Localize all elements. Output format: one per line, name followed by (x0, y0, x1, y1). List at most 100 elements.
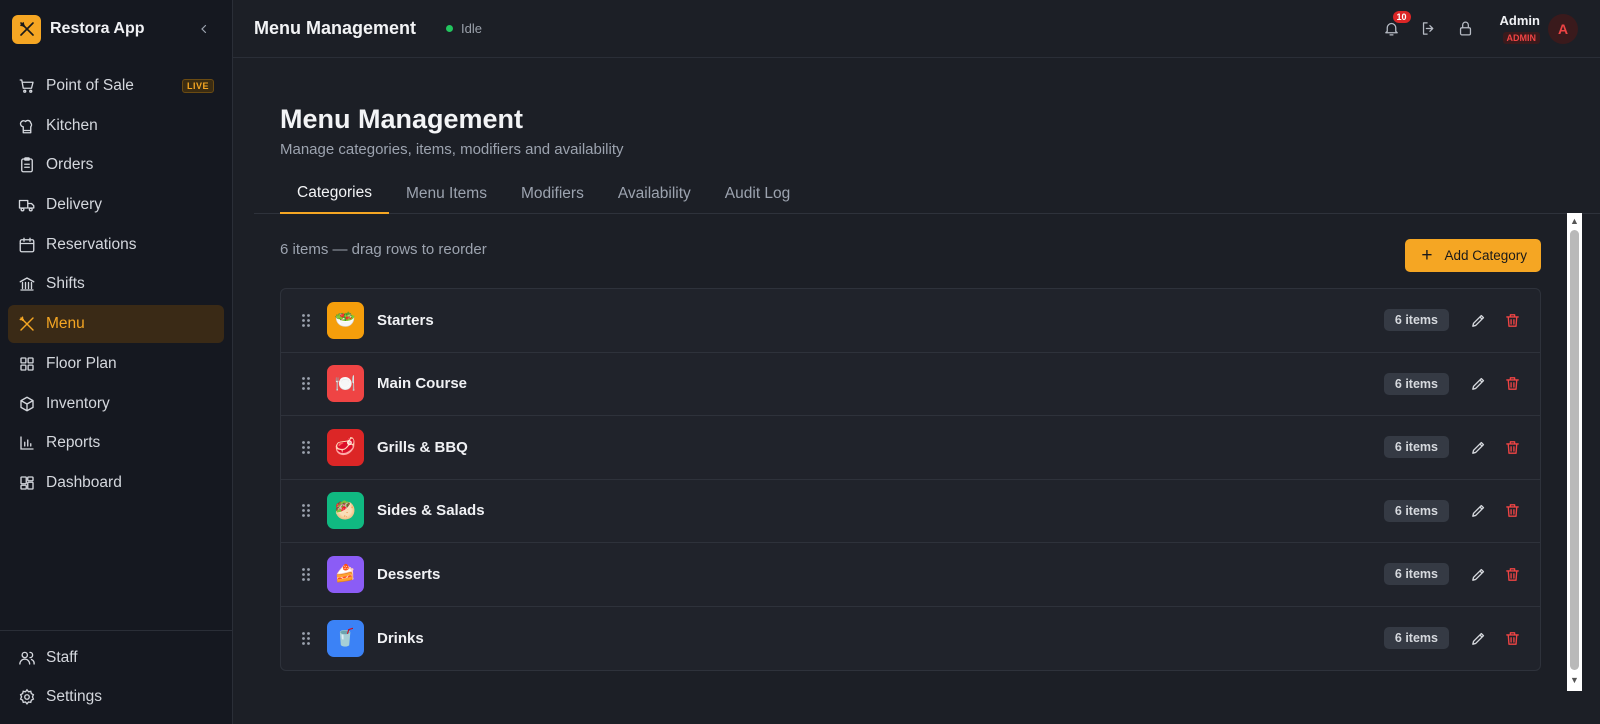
logout-icon (1422, 22, 1434, 35)
cart-icon (18, 77, 36, 95)
utensils-icon (18, 315, 36, 333)
sidebar-item-label: Floor Plan (46, 354, 117, 372)
edit-button[interactable] (1468, 374, 1488, 394)
category-icon: 🥙 (327, 492, 364, 530)
category-name: Grills & BBQ (377, 438, 468, 456)
user-info: Admin ADMIN (1500, 13, 1540, 44)
sidebar-item-staff[interactable]: Staff (8, 639, 224, 677)
page-title: Menu Management (280, 104, 524, 134)
category-row[interactable]: 🥗 Starters 6 items (281, 289, 1540, 353)
tab-availability[interactable]: Availability (601, 174, 708, 214)
bell-icon (1385, 22, 1398, 36)
drag-handle-icon[interactable] (299, 376, 313, 391)
sidebar-item-label: Shifts (46, 275, 85, 293)
gear-icon (18, 688, 36, 706)
add-category-button[interactable]: + Add Category (1405, 239, 1541, 272)
sidebar-item-label: Delivery (46, 196, 102, 214)
item-count-badge: 6 items (1383, 372, 1449, 395)
sidebar-item-label: Inventory (46, 394, 110, 412)
pencil-icon (1471, 314, 1484, 327)
topbar-title: Menu Management (254, 18, 417, 38)
top-actions: 10 Admin ADMIN A (1365, 10, 1578, 44)
tab-modifiers[interactable]: Modifiers (504, 174, 601, 214)
delete-button[interactable] (1502, 437, 1522, 457)
sidebar-item-reports[interactable]: Reports (8, 424, 224, 462)
sidebar-nav: Point of Sale LIVE Kitchen Orders Delive… (0, 67, 232, 502)
avatar[interactable]: A (1548, 13, 1578, 44)
notifications-button[interactable]: 10 (1382, 10, 1411, 39)
category-list: 🥗 Starters 6 items 🍽️ Main Course 6 item… (280, 288, 1541, 671)
item-count-badge: 6 items (1383, 627, 1449, 650)
tab-categories[interactable]: Categories (280, 174, 389, 214)
category-icon: 🥗 (327, 301, 364, 339)
add-category-label: Add Category (1444, 248, 1527, 263)
status-dot-icon (446, 25, 454, 32)
sidebar-item-delivery[interactable]: Delivery (8, 186, 224, 224)
trash-icon (1505, 504, 1519, 518)
category-row[interactable]: 🍰 Desserts 6 items (281, 543, 1540, 607)
item-count-badge: 6 items (1383, 309, 1449, 332)
lock-button[interactable] (1456, 19, 1476, 39)
category-row[interactable]: 🍽️ Main Course 6 items (281, 353, 1540, 416)
category-icon: 🍰 (327, 555, 364, 593)
trash-icon (1505, 377, 1519, 391)
drag-handle-icon[interactable] (299, 440, 313, 455)
category-name: Main Course (377, 375, 468, 393)
sidebar-item-menu[interactable]: Menu (8, 305, 224, 344)
sidebar-item-inventory[interactable]: Inventory (8, 385, 224, 423)
bar-chart-icon (18, 434, 36, 452)
pencil-icon (1471, 505, 1484, 518)
main-content: Menu Management Manage categories, items… (233, 58, 1600, 724)
delete-button[interactable] (1502, 501, 1522, 521)
logout-button[interactable] (1419, 19, 1439, 39)
drag-handle-icon[interactable] (299, 503, 313, 518)
sidebar-item-label: Kitchen (46, 116, 98, 134)
lock-icon (1459, 21, 1472, 36)
sidebar-item-shifts[interactable]: Shifts (8, 265, 224, 303)
sidebar-item-label: Dashboard (46, 473, 122, 491)
edit-button[interactable] (1468, 628, 1488, 648)
sidebar-item-point-of-sale[interactable]: Point of Sale LIVE (8, 67, 224, 105)
scrollbar[interactable]: ▲ ▼ (1567, 213, 1582, 691)
sidebar-item-label: Reports (46, 434, 101, 452)
sidebar-item-reservations[interactable]: Reservations (8, 226, 224, 264)
collapse-sidebar-button[interactable] (194, 19, 214, 39)
edit-button[interactable] (1468, 437, 1488, 457)
drag-handle-icon[interactable] (299, 631, 313, 646)
drag-handle-icon[interactable] (299, 313, 313, 328)
edit-button[interactable] (1468, 501, 1488, 521)
item-count-badge: 6 items (1383, 436, 1449, 459)
category-row[interactable]: 🥙 Sides & Salads 6 items (281, 480, 1540, 543)
truck-icon (18, 196, 36, 214)
connection-status: Idle (446, 21, 482, 36)
category-name: Desserts (377, 565, 441, 583)
users-icon (18, 649, 36, 667)
sidebar-item-label: Staff (46, 648, 78, 666)
delete-button[interactable] (1502, 564, 1522, 584)
delete-button[interactable] (1502, 628, 1522, 648)
scroll-up-icon[interactable]: ▲ (1567, 213, 1582, 228)
page-subtitle: Manage categories, items, modifiers and … (280, 141, 624, 158)
scroll-down-icon[interactable]: ▼ (1567, 672, 1582, 687)
tab-menu-items[interactable]: Menu Items (389, 174, 504, 214)
sidebar-item-floor-plan[interactable]: Floor Plan (8, 345, 224, 383)
delete-button[interactable] (1502, 374, 1522, 394)
list-meta: 6 items — drag rows to reorder (280, 241, 487, 258)
sidebar-item-label: Reservations (46, 235, 137, 253)
sidebar-item-kitchen[interactable]: Kitchen (8, 107, 224, 145)
sidebar-item-dashboard[interactable]: Dashboard (8, 464, 224, 502)
sidebar-item-label: Menu (46, 315, 85, 333)
chevron-left-icon (201, 24, 207, 34)
category-row[interactable]: 🥩 Grills & BBQ 6 items (281, 416, 1540, 480)
item-count-badge: 6 items (1383, 499, 1449, 522)
sidebar-item-settings[interactable]: Settings (8, 678, 224, 716)
drag-handle-icon[interactable] (299, 567, 313, 582)
category-name: Sides & Salads (377, 502, 485, 520)
category-row[interactable]: 🥤 Drinks 6 items (281, 607, 1540, 671)
sidebar-item-orders[interactable]: Orders (8, 146, 224, 184)
edit-button[interactable] (1468, 310, 1488, 330)
delete-button[interactable] (1502, 310, 1522, 330)
edit-button[interactable] (1468, 564, 1488, 584)
tab-audit-log[interactable]: Audit Log (708, 174, 808, 214)
scrollbar-thumb[interactable] (1570, 230, 1579, 670)
